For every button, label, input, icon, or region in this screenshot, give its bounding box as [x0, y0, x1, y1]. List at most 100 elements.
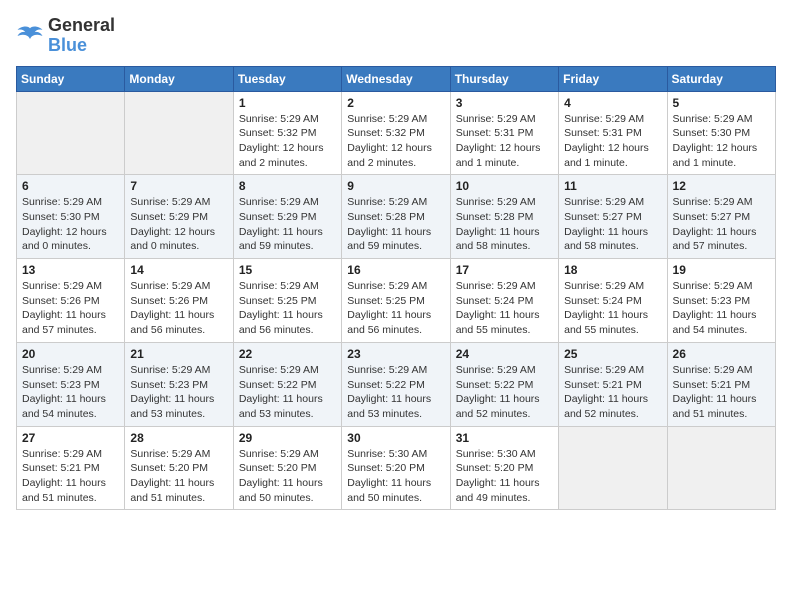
calendar-week-row: 13 Sunrise: 5:29 AMSunset: 5:26 PMDayligh…: [17, 259, 776, 343]
calendar-day-cell: 11 Sunrise: 5:29 AMSunset: 5:27 PMDayligh…: [559, 175, 667, 259]
day-number: 26: [673, 347, 770, 361]
day-info: Sunrise: 5:29 AMSunset: 5:20 PMDaylight:…: [239, 447, 336, 506]
day-info: Sunrise: 5:29 AMSunset: 5:24 PMDaylight:…: [456, 279, 553, 338]
day-number: 27: [22, 431, 119, 445]
calendar-day-cell: 12 Sunrise: 5:29 AMSunset: 5:27 PMDayligh…: [667, 175, 775, 259]
calendar-day-cell: 20 Sunrise: 5:29 AMSunset: 5:23 PMDayligh…: [17, 342, 125, 426]
calendar-week-row: 6 Sunrise: 5:29 AMSunset: 5:30 PMDaylight…: [17, 175, 776, 259]
calendar-day-cell: 26 Sunrise: 5:29 AMSunset: 5:21 PMDayligh…: [667, 342, 775, 426]
calendar-day-cell: 28 Sunrise: 5:29 AMSunset: 5:20 PMDayligh…: [125, 426, 233, 510]
calendar-day-cell: 18 Sunrise: 5:29 AMSunset: 5:24 PMDayligh…: [559, 259, 667, 343]
day-number: 14: [130, 263, 227, 277]
day-number: 1: [239, 96, 336, 110]
day-info: Sunrise: 5:29 AMSunset: 5:22 PMDaylight:…: [239, 363, 336, 422]
day-number: 5: [673, 96, 770, 110]
calendar-day-cell: [667, 426, 775, 510]
weekday-header: Thursday: [450, 66, 558, 91]
day-info: Sunrise: 5:29 AMSunset: 5:23 PMDaylight:…: [673, 279, 770, 338]
day-number: 7: [130, 179, 227, 193]
day-info: Sunrise: 5:29 AMSunset: 5:30 PMDaylight:…: [22, 195, 119, 254]
day-info: Sunrise: 5:29 AMSunset: 5:23 PMDaylight:…: [22, 363, 119, 422]
calendar-day-cell: 27 Sunrise: 5:29 AMSunset: 5:21 PMDayligh…: [17, 426, 125, 510]
calendar-day-cell: 4 Sunrise: 5:29 AMSunset: 5:31 PMDaylight…: [559, 91, 667, 175]
day-info: Sunrise: 5:29 AMSunset: 5:22 PMDaylight:…: [456, 363, 553, 422]
day-info: Sunrise: 5:29 AMSunset: 5:31 PMDaylight:…: [456, 112, 553, 171]
weekday-header: Friday: [559, 66, 667, 91]
day-info: Sunrise: 5:29 AMSunset: 5:27 PMDaylight:…: [673, 195, 770, 254]
calendar-day-cell: 1Sunrise: 5:29 AMSunset: 5:32 PMDaylight…: [233, 91, 341, 175]
day-number: 11: [564, 179, 661, 193]
logo-text-line1: General: [48, 16, 115, 36]
day-number: 28: [130, 431, 227, 445]
day-number: 30: [347, 431, 444, 445]
day-info: Sunrise: 5:29 AMSunset: 5:29 PMDaylight:…: [130, 195, 227, 254]
calendar-day-cell: 2 Sunrise: 5:29 AMSunset: 5:32 PMDaylight…: [342, 91, 450, 175]
day-info: Sunrise: 5:29 AMSunset: 5:25 PMDaylight:…: [347, 279, 444, 338]
day-info: Sunrise: 5:30 AMSunset: 5:20 PMDaylight:…: [456, 447, 553, 506]
day-number: 16: [347, 263, 444, 277]
day-number: 18: [564, 263, 661, 277]
day-number: 31: [456, 431, 553, 445]
day-number: 25: [564, 347, 661, 361]
calendar-day-cell: 10 Sunrise: 5:29 AMSunset: 5:28 PMDayligh…: [450, 175, 558, 259]
day-info: Sunrise: 5:29 AMSunset: 5:23 PMDaylight:…: [130, 363, 227, 422]
calendar-day-cell: 22 Sunrise: 5:29 AMSunset: 5:22 PMDayligh…: [233, 342, 341, 426]
calendar-day-cell: 29 Sunrise: 5:29 AMSunset: 5:20 PMDayligh…: [233, 426, 341, 510]
day-info: Sunrise: 5:29 AMSunset: 5:20 PMDaylight:…: [130, 447, 227, 506]
calendar-day-cell: [125, 91, 233, 175]
day-info: Sunrise: 5:29 AMSunset: 5:27 PMDaylight:…: [564, 195, 661, 254]
weekday-header: Wednesday: [342, 66, 450, 91]
calendar-week-row: 1 Sunrise: 5:29 AMSunset: 5:32 PMDaylight…: [17, 91, 776, 175]
calendar-day-cell: 3Sunrise: 5:29 AMSunset: 5:31 PMDaylight…: [450, 91, 558, 175]
calendar-day-cell: 19 Sunrise: 5:29 AMSunset: 5:23 PMDayligh…: [667, 259, 775, 343]
calendar-day-cell: 13 Sunrise: 5:29 AMSunset: 5:26 PMDayligh…: [17, 259, 125, 343]
calendar-day-cell: 30 Sunrise: 5:30 AMSunset: 5:20 PMDayligh…: [342, 426, 450, 510]
calendar-day-cell: 31 Sunrise: 5:30 AMSunset: 5:20 PMDayligh…: [450, 426, 558, 510]
day-number: 6: [22, 179, 119, 193]
day-number: 12: [673, 179, 770, 193]
calendar-week-row: 27 Sunrise: 5:29 AMSunset: 5:21 PMDayligh…: [17, 426, 776, 510]
logo-icon: [16, 22, 44, 50]
calendar-day-cell: 24 Sunrise: 5:29 AMSunset: 5:22 PMDayligh…: [450, 342, 558, 426]
day-number: 23: [347, 347, 444, 361]
weekday-header: Tuesday: [233, 66, 341, 91]
day-number: 29: [239, 431, 336, 445]
day-number: 15: [239, 263, 336, 277]
day-number: 17: [456, 263, 553, 277]
calendar-table: SundayMondayTuesdayWednesdayThursdayFrid…: [16, 66, 776, 511]
calendar-day-cell: [559, 426, 667, 510]
day-info: Sunrise: 5:29 AMSunset: 5:21 PMDaylight:…: [22, 447, 119, 506]
day-info: Sunrise: 5:29 AMSunset: 5:26 PMDaylight:…: [22, 279, 119, 338]
day-info: Sunrise: 5:29 AMSunset: 5:24 PMDaylight:…: [564, 279, 661, 338]
day-number: 2: [347, 96, 444, 110]
weekday-header: Monday: [125, 66, 233, 91]
calendar-day-cell: 17 Sunrise: 5:29 AMSunset: 5:24 PMDayligh…: [450, 259, 558, 343]
calendar-day-cell: 6 Sunrise: 5:29 AMSunset: 5:30 PMDaylight…: [17, 175, 125, 259]
calendar-day-cell: 8 Sunrise: 5:29 AMSunset: 5:29 PMDaylight…: [233, 175, 341, 259]
day-info: Sunrise: 5:30 AMSunset: 5:20 PMDaylight:…: [347, 447, 444, 506]
day-info: Sunrise: 5:29 AMSunset: 5:22 PMDaylight:…: [347, 363, 444, 422]
day-info: Sunrise: 5:29 AMSunset: 5:28 PMDaylight:…: [456, 195, 553, 254]
day-info: Sunrise: 5:29 AMSunset: 5:32 PMDaylight:…: [347, 112, 444, 171]
calendar-day-cell: 25 Sunrise: 5:29 AMSunset: 5:21 PMDayligh…: [559, 342, 667, 426]
day-number: 8: [239, 179, 336, 193]
day-info: Sunrise: 5:29 AMSunset: 5:26 PMDaylight:…: [130, 279, 227, 338]
day-info: Sunrise: 5:29 AMSunset: 5:21 PMDaylight:…: [564, 363, 661, 422]
day-number: 21: [130, 347, 227, 361]
day-number: 19: [673, 263, 770, 277]
calendar-day-cell: 14 Sunrise: 5:29 AMSunset: 5:26 PMDayligh…: [125, 259, 233, 343]
day-info: Sunrise: 5:29 AMSunset: 5:31 PMDaylight:…: [564, 112, 661, 171]
day-number: 24: [456, 347, 553, 361]
day-number: 4: [564, 96, 661, 110]
calendar-day-cell: 23 Sunrise: 5:29 AMSunset: 5:22 PMDayligh…: [342, 342, 450, 426]
calendar-day-cell: 15Sunrise: 5:29 AMSunset: 5:25 PMDayligh…: [233, 259, 341, 343]
calendar-header-row: SundayMondayTuesdayWednesdayThursdayFrid…: [17, 66, 776, 91]
day-info: Sunrise: 5:29 AMSunset: 5:29 PMDaylight:…: [239, 195, 336, 254]
day-info: Sunrise: 5:29 AMSunset: 5:21 PMDaylight:…: [673, 363, 770, 422]
day-number: 22: [239, 347, 336, 361]
day-number: 13: [22, 263, 119, 277]
day-number: 9: [347, 179, 444, 193]
day-number: 20: [22, 347, 119, 361]
page-header: General Blue: [16, 16, 776, 56]
day-number: 10: [456, 179, 553, 193]
